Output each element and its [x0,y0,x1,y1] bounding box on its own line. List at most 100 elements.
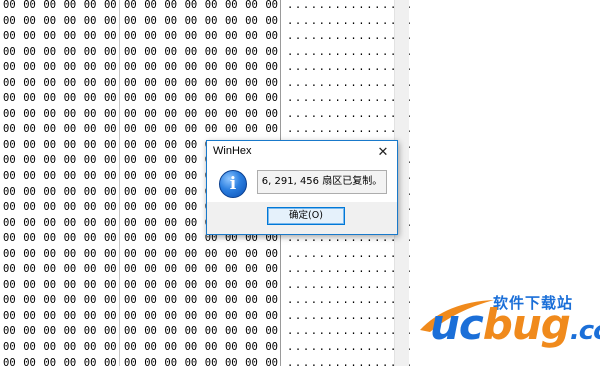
hex-byte[interactable]: 00 [144,45,164,61]
hex-byte[interactable]: 00 [225,247,245,263]
hex-byte[interactable]: 00 [185,231,205,247]
hex-byte[interactable]: 00 [185,185,205,201]
hex-byte[interactable]: 00 [225,309,245,325]
hex-byte[interactable]: 00 [104,107,124,123]
hex-byte[interactable]: 00 [43,185,63,201]
hex-byte[interactable]: 00 [104,138,124,154]
hex-byte[interactable]: 00 [205,278,225,294]
hex-byte[interactable]: 00 [185,14,205,30]
hex-byte[interactable]: 00 [84,185,104,201]
hex-byte[interactable]: 00 [84,0,104,14]
hex-byte[interactable]: 00 [144,216,164,232]
hex-byte[interactable]: 00 [23,0,43,14]
hex-byte[interactable]: 00 [23,122,43,138]
hex-byte[interactable]: 00 [23,324,43,340]
hex-byte[interactable]: 00 [225,122,245,138]
hex-byte[interactable]: 00 [104,185,124,201]
hex-byte[interactable]: 00 [104,29,124,45]
hex-byte[interactable]: 00 [164,293,184,309]
hex-byte[interactable]: 00 [205,76,225,92]
hex-byte[interactable]: 00 [64,185,84,201]
hex-byte[interactable]: 00 [265,91,285,107]
hex-byte[interactable]: 00 [164,29,184,45]
hex-byte[interactable]: 00 [185,200,205,216]
hex-byte[interactable]: 00 [144,262,164,278]
hex-byte[interactable]: 00 [144,107,164,123]
hex-byte[interactable]: 00 [205,309,225,325]
hex-byte[interactable]: 00 [43,309,63,325]
hex-byte[interactable]: 00 [124,169,144,185]
hex-byte[interactable]: 00 [43,107,63,123]
hex-byte[interactable]: 00 [144,138,164,154]
hex-byte[interactable]: 00 [205,0,225,14]
hex-byte[interactable]: 00 [43,14,63,30]
hex-byte[interactable]: 00 [64,247,84,263]
hex-byte[interactable]: 00 [225,324,245,340]
hex-byte[interactable]: 00 [164,0,184,14]
hex-byte[interactable]: 00 [225,0,245,14]
hex-byte[interactable]: 00 [23,91,43,107]
hex-byte[interactable]: 00 [185,122,205,138]
hex-byte[interactable]: 00 [43,278,63,294]
hex-byte[interactable]: 00 [164,340,184,356]
hex-byte[interactable]: 00 [64,340,84,356]
hex-byte[interactable]: 00 [205,356,225,371]
hex-byte[interactable]: 00 [265,262,285,278]
hex-byte[interactable]: 00 [185,293,205,309]
hex-byte[interactable]: 00 [104,262,124,278]
hex-byte[interactable]: 00 [144,293,164,309]
hex-byte[interactable]: 00 [104,153,124,169]
hex-byte[interactable]: 00 [23,293,43,309]
hex-byte[interactable]: 00 [3,231,23,247]
hex-byte[interactable]: 00 [164,153,184,169]
hex-byte[interactable]: 00 [225,262,245,278]
hex-byte[interactable]: 00 [84,231,104,247]
hex-byte[interactable]: 00 [205,122,225,138]
hex-byte[interactable]: 00 [43,138,63,154]
hex-byte[interactable]: 00 [124,247,144,263]
hex-byte[interactable]: 00 [3,262,23,278]
hex-byte[interactable]: 00 [43,340,63,356]
hex-byte[interactable]: 00 [64,122,84,138]
hex-byte[interactable]: 00 [205,247,225,263]
hex-byte[interactable]: 00 [104,14,124,30]
hex-byte[interactable]: 00 [185,247,205,263]
hex-byte[interactable]: 00 [124,91,144,107]
hex-byte[interactable]: 00 [64,216,84,232]
hex-byte[interactable]: 00 [185,278,205,294]
hex-byte[interactable]: 00 [245,0,265,14]
hex-byte[interactable]: 00 [84,29,104,45]
hex-byte[interactable]: 00 [205,14,225,30]
hex-byte[interactable]: 00 [43,91,63,107]
hex-byte[interactable]: 00 [64,324,84,340]
hex-byte[interactable]: 00 [144,60,164,76]
hex-byte[interactable]: 00 [185,324,205,340]
hex-byte[interactable]: 00 [144,247,164,263]
hex-byte[interactable]: 00 [144,29,164,45]
hex-byte[interactable]: 00 [185,262,205,278]
hex-byte[interactable]: 00 [205,60,225,76]
hex-byte[interactable]: 00 [84,216,104,232]
hex-byte[interactable]: 00 [185,356,205,371]
hex-byte[interactable]: 00 [124,29,144,45]
hex-byte[interactable]: 00 [225,293,245,309]
hex-byte[interactable]: 00 [84,262,104,278]
hex-byte[interactable]: 00 [265,122,285,138]
hex-byte[interactable]: 00 [124,153,144,169]
hex-byte[interactable]: 00 [245,60,265,76]
hex-byte[interactable]: 00 [104,200,124,216]
hex-byte[interactable]: 00 [23,153,43,169]
hex-byte[interactable]: 00 [245,340,265,356]
hex-byte[interactable]: 00 [164,169,184,185]
hex-byte[interactable]: 00 [164,91,184,107]
hex-byte[interactable]: 00 [104,169,124,185]
hex-byte[interactable]: 00 [64,153,84,169]
hex-byte[interactable]: 00 [64,76,84,92]
hex-byte[interactable]: 00 [23,60,43,76]
hex-byte[interactable]: 00 [104,309,124,325]
hex-byte[interactable]: 00 [84,153,104,169]
hex-byte[interactable]: 00 [3,153,23,169]
hex-byte[interactable]: 00 [164,185,184,201]
hex-byte[interactable]: 00 [245,293,265,309]
hex-byte[interactable]: 00 [3,324,23,340]
